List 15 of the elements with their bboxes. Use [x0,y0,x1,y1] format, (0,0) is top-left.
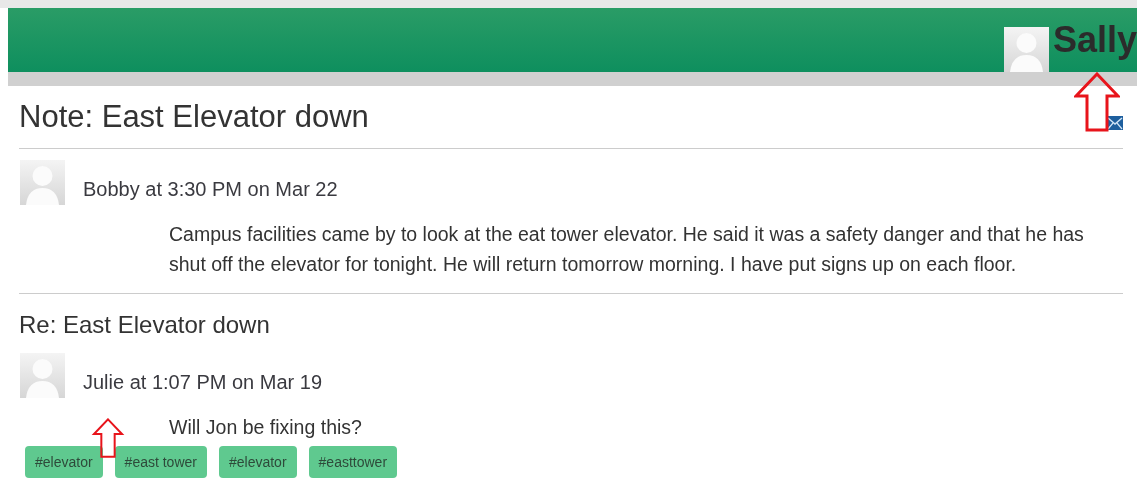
post-body: Campus facilities came by to look at the eat tower elevator. He said it was a safety danger and that he has shut off the elevator for tonight. He will return tomorrow morning. I have put signs up on each floor. [169,222,1085,277]
tag-chip[interactable]: #elevator [218,446,297,478]
avatar-icon [20,353,65,398]
tag-chip[interactable]: #easttower [308,446,398,478]
post-meta: Bobby at 3:30 PM on Mar 22 [83,178,338,201]
user-name[interactable]: Sally [1052,19,1137,61]
tag-chip[interactable]: #east tower [114,446,207,478]
tag-chip[interactable]: #elevator [25,446,103,478]
avatar-icon [1003,27,1049,72]
avatar-icon [20,160,65,205]
note-title: Re: East Elevator down [19,311,270,339]
post-body: Will Jon be fixing this? [169,415,363,440]
post-meta: Julie at 1:07 PM on Mar 19 [83,371,322,394]
annotation-arrow [1074,72,1120,132]
note-title: Note: East Elevator down [19,99,369,135]
